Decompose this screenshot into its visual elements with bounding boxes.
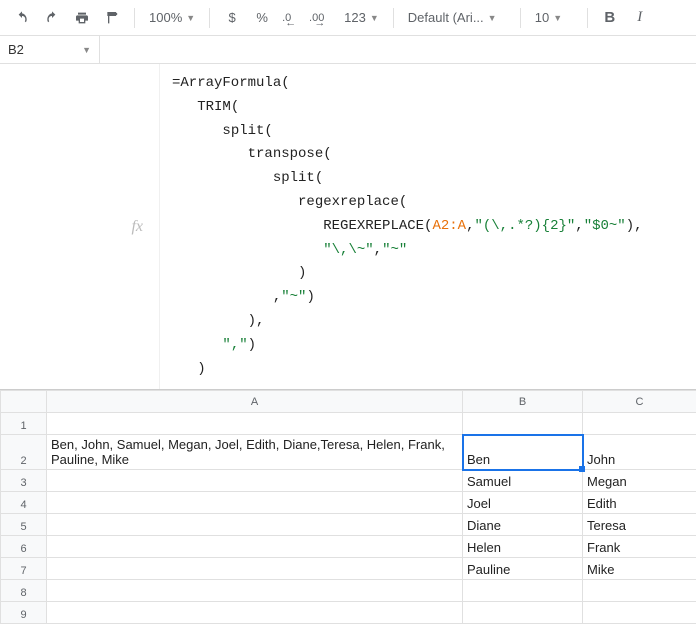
cell-a2[interactable]: Ben, John, Samuel, Megan, Joel, Edith, D… <box>47 435 463 470</box>
chevron-down-icon: ▼ <box>370 13 379 23</box>
separator <box>209 8 210 28</box>
chevron-down-icon: ▼ <box>553 13 562 23</box>
numfmt-label: 123 <box>344 10 366 25</box>
t: A2:A <box>432 218 466 234</box>
zoom-value: 100% <box>149 10 182 25</box>
undo-button[interactable] <box>8 4 36 32</box>
cell[interactable] <box>47 536 463 558</box>
t: =ArrayFormula( <box>172 75 290 91</box>
separator <box>393 8 394 28</box>
separator <box>587 8 588 28</box>
cell[interactable] <box>47 470 463 492</box>
font-label: Default (Ari... <box>408 10 484 25</box>
formula-input[interactable]: =ArrayFormula( TRIM( split( transpose( s… <box>160 64 696 389</box>
cell[interactable] <box>47 413 463 435</box>
number-format-dropdown[interactable]: 123 ▼ <box>338 4 385 32</box>
row-header[interactable]: 4 <box>1 492 47 514</box>
corner-cell[interactable] <box>1 391 47 413</box>
row-header[interactable]: 2 <box>1 435 47 470</box>
t: REGEXREPLACE( <box>323 218 432 234</box>
row-header[interactable]: 5 <box>1 514 47 536</box>
cell[interactable] <box>47 492 463 514</box>
redo-button[interactable] <box>38 4 66 32</box>
paint-format-button[interactable] <box>98 4 126 32</box>
cell[interactable]: Joel <box>463 492 583 514</box>
cell[interactable] <box>583 413 696 435</box>
toolbar: 100% ▼ $ % .0← .00→ 123 ▼ Default (Ari... ▼… <box>0 0 696 36</box>
t: split( <box>222 123 272 139</box>
fx-label: fx <box>0 64 160 389</box>
zoom-dropdown[interactable]: 100% ▼ <box>143 4 201 32</box>
t: ), <box>248 313 265 329</box>
cell[interactable]: Samuel <box>463 470 583 492</box>
cell[interactable] <box>583 602 696 624</box>
t: "," <box>222 337 247 353</box>
name-box[interactable]: B2 ▼ <box>0 36 100 63</box>
row-header[interactable]: 6 <box>1 536 47 558</box>
cell[interactable]: Frank <box>583 536 696 558</box>
cell[interactable]: Edith <box>583 492 696 514</box>
row-header[interactable]: 1 <box>1 413 47 435</box>
t: , <box>575 218 583 234</box>
print-button[interactable] <box>68 4 96 32</box>
fontsize-dropdown[interactable]: 10 ▼ <box>529 4 579 32</box>
t: "\,\~" <box>323 242 373 258</box>
cell[interactable] <box>47 580 463 602</box>
t: "~" <box>281 289 306 305</box>
cell[interactable] <box>47 558 463 580</box>
t: "(\,.*?){2}" <box>474 218 575 234</box>
cell[interactable]: John <box>583 435 696 470</box>
t: ) <box>197 361 205 377</box>
t: regexreplace( <box>298 194 407 210</box>
cell[interactable] <box>583 580 696 602</box>
namebox-value: B2 <box>8 42 24 57</box>
t: "~" <box>382 242 407 258</box>
row-header[interactable]: 9 <box>1 602 47 624</box>
cell[interactable] <box>463 413 583 435</box>
t: TRIM( <box>197 99 239 115</box>
t: transpose( <box>248 146 332 162</box>
t: "$0~" <box>584 218 626 234</box>
row-header[interactable]: 3 <box>1 470 47 492</box>
row-header[interactable]: 8 <box>1 580 47 602</box>
col-header-b[interactable]: B <box>463 391 583 413</box>
cell[interactable] <box>47 514 463 536</box>
cell[interactable]: Teresa <box>583 514 696 536</box>
namebox-row: B2 ▼ <box>0 36 696 64</box>
separator <box>520 8 521 28</box>
formula-bar: fx =ArrayFormula( TRIM( split( transpose… <box>0 64 696 390</box>
t: , <box>273 289 281 305</box>
t: ), <box>626 218 643 234</box>
currency-button[interactable]: $ <box>218 4 246 32</box>
font-dropdown[interactable]: Default (Ari... ▼ <box>402 4 512 32</box>
cell[interactable]: Helen <box>463 536 583 558</box>
fontsize-label: 10 <box>535 10 549 25</box>
col-header-c[interactable]: C <box>583 391 696 413</box>
t: , <box>374 242 382 258</box>
bold-button[interactable]: B <box>596 4 624 32</box>
cell[interactable]: Diane <box>463 514 583 536</box>
cell[interactable] <box>47 602 463 624</box>
percent-button[interactable]: % <box>248 4 276 32</box>
chevron-down-icon: ▼ <box>82 45 91 55</box>
cell[interactable]: Mike <box>583 558 696 580</box>
col-header-a[interactable]: A <box>47 391 463 413</box>
decrease-decimal-button[interactable]: .0← <box>278 4 306 32</box>
cell[interactable] <box>463 602 583 624</box>
cell-b2-selected[interactable]: Ben <box>463 435 583 470</box>
increase-decimal-button[interactable]: .00→ <box>308 4 336 32</box>
italic-button[interactable]: I <box>626 4 654 32</box>
chevron-down-icon: ▼ <box>186 13 195 23</box>
cell[interactable]: Megan <box>583 470 696 492</box>
cell[interactable] <box>463 580 583 602</box>
t: ) <box>248 337 256 353</box>
t: ) <box>298 265 306 281</box>
separator <box>134 8 135 28</box>
row-header[interactable]: 7 <box>1 558 47 580</box>
chevron-down-icon: ▼ <box>488 13 497 23</box>
spreadsheet-grid: A B C 1 2Ben, John, Samuel, Megan, Joel,… <box>0 390 696 624</box>
t: split( <box>273 170 323 186</box>
t: ) <box>306 289 314 305</box>
cell[interactable]: Pauline <box>463 558 583 580</box>
